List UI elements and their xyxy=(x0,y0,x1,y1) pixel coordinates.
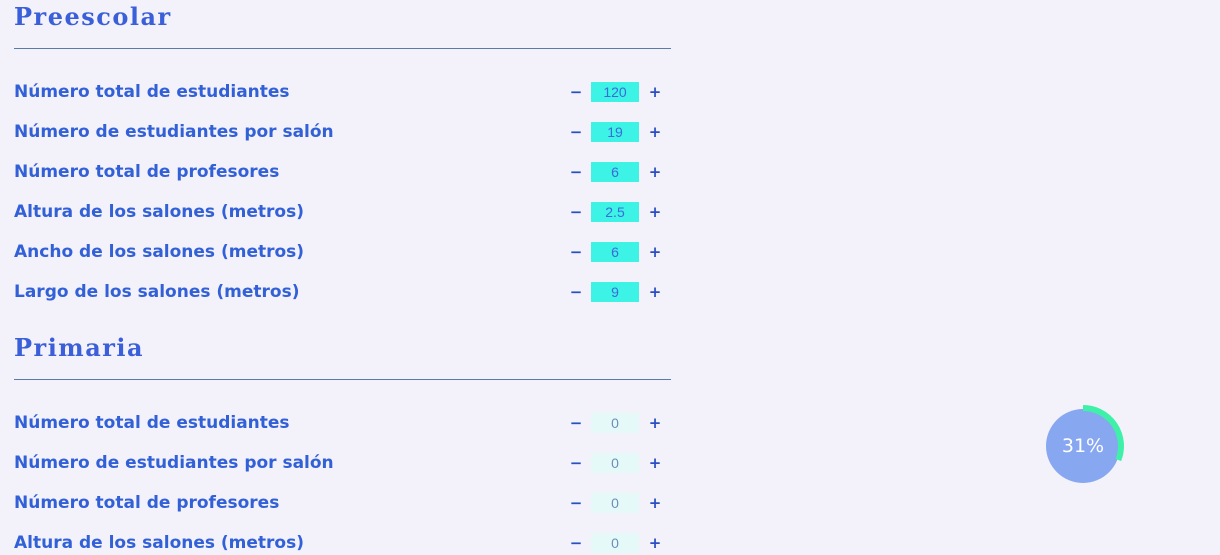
field-label: Número total de estudiantes xyxy=(14,413,290,433)
field-row-total-students: Número total de estudiantes − 120 + xyxy=(14,80,671,104)
quantity-stepper: − 120 + xyxy=(567,82,671,102)
decrement-button[interactable]: − xyxy=(567,82,585,102)
field-row-room-length: Largo de los salones (metros) − 9 + xyxy=(14,280,671,304)
value-field[interactable]: 6 xyxy=(591,242,639,262)
quantity-stepper: − 2.5 + xyxy=(567,202,671,222)
field-row-room-width: Ancho de los salones (metros) − 6 + xyxy=(14,240,671,264)
increment-button[interactable]: + xyxy=(646,413,664,433)
field-label: Número de estudiantes por salón xyxy=(14,122,334,142)
progress-indicator: 31% xyxy=(1045,405,1127,487)
quantity-stepper: − 19 + xyxy=(567,122,671,142)
field-row-total-teachers: Número total de profesores − 0 + xyxy=(14,491,671,515)
quantity-stepper: − 0 + xyxy=(567,413,671,433)
increment-button[interactable]: + xyxy=(646,282,664,302)
section-title: Preescolar xyxy=(14,2,172,31)
value-field[interactable]: 0 xyxy=(591,493,639,513)
decrement-button[interactable]: − xyxy=(567,122,585,142)
field-label: Altura de los salones (metros) xyxy=(14,533,305,553)
field-row-room-height: Altura de los salones (metros) − 0 + xyxy=(14,531,671,555)
field-label: Número total de profesores xyxy=(14,162,280,182)
section-divider xyxy=(14,48,671,49)
quantity-stepper: − 6 + xyxy=(567,242,671,262)
decrement-button[interactable]: − xyxy=(567,162,585,182)
section-divider xyxy=(14,379,671,380)
decrement-button[interactable]: − xyxy=(567,533,585,553)
increment-button[interactable]: + xyxy=(646,82,664,102)
decrement-button[interactable]: − xyxy=(567,242,585,262)
decrement-button[interactable]: − xyxy=(567,413,585,433)
quantity-stepper: − 9 + xyxy=(567,282,671,302)
increment-button[interactable]: + xyxy=(646,453,664,473)
quantity-stepper: − 0 + xyxy=(567,493,671,513)
quantity-stepper: − 0 + xyxy=(567,533,671,553)
value-field[interactable]: 120 xyxy=(591,82,639,102)
section-primaria: Primaria Número total de estudiantes − 0… xyxy=(14,331,671,553)
progress-label: 31% xyxy=(1061,435,1105,457)
quantity-stepper: − 0 + xyxy=(567,453,671,473)
increment-button[interactable]: + xyxy=(646,162,664,182)
decrement-button[interactable]: − xyxy=(567,202,585,222)
decrement-button[interactable]: − xyxy=(567,453,585,473)
quantity-stepper: − 6 + xyxy=(567,162,671,182)
field-row-total-students: Número total de estudiantes − 0 + xyxy=(14,411,671,435)
decrement-button[interactable]: − xyxy=(567,493,585,513)
field-label: Ancho de los salones (metros) xyxy=(14,242,305,262)
increment-button[interactable]: + xyxy=(646,493,664,513)
value-field[interactable]: 6 xyxy=(591,162,639,182)
field-row-students-per-room: Número de estudiantes por salón − 0 + xyxy=(14,451,671,475)
increment-button[interactable]: + xyxy=(646,202,664,222)
value-field[interactable]: 19 xyxy=(591,122,639,142)
field-label: Número de estudiantes por salón xyxy=(14,453,334,473)
increment-button[interactable]: + xyxy=(646,122,664,142)
field-label: Número total de estudiantes xyxy=(14,82,290,102)
field-label: Número total de profesores xyxy=(14,493,280,513)
field-row-total-teachers: Número total de profesores − 6 + xyxy=(14,160,671,184)
value-field[interactable]: 9 xyxy=(591,282,639,302)
section-preescolar: Preescolar Número total de estudiantes −… xyxy=(14,0,671,310)
value-field[interactable]: 2.5 xyxy=(591,202,639,222)
field-label: Altura de los salones (metros) xyxy=(14,202,305,222)
increment-button[interactable]: + xyxy=(646,242,664,262)
value-field[interactable]: 0 xyxy=(591,533,639,553)
field-row-students-per-room: Número de estudiantes por salón − 19 + xyxy=(14,120,671,144)
field-label: Largo de los salones (metros) xyxy=(14,282,300,302)
field-row-room-height: Altura de los salones (metros) − 2.5 + xyxy=(14,200,671,224)
decrement-button[interactable]: − xyxy=(567,282,585,302)
increment-button[interactable]: + xyxy=(646,533,664,553)
value-field[interactable]: 0 xyxy=(591,413,639,433)
section-title: Primaria xyxy=(14,333,145,362)
value-field[interactable]: 0 xyxy=(591,453,639,473)
